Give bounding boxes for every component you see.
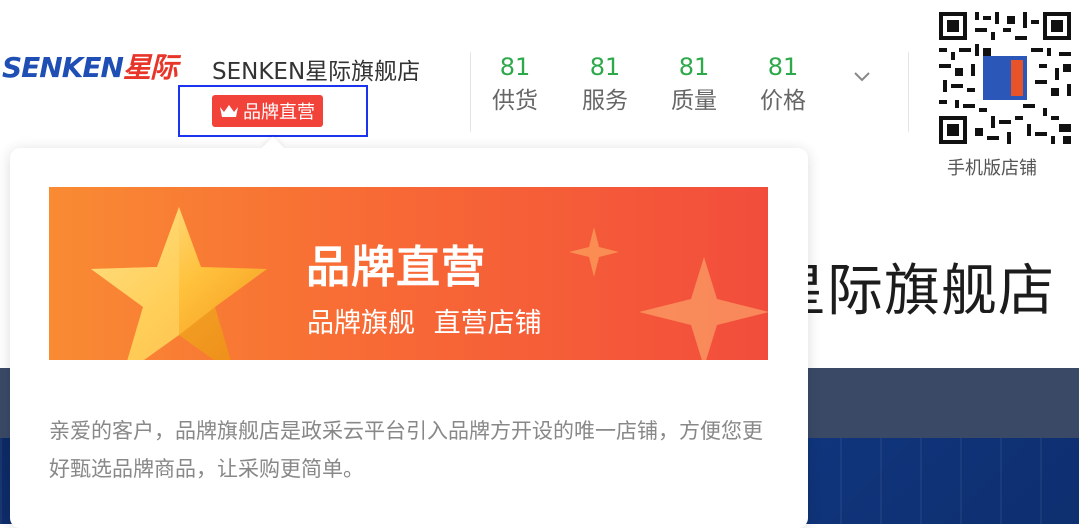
score-quality: 81 质量 xyxy=(664,52,724,120)
divider xyxy=(470,52,471,132)
score-value: 81 xyxy=(767,53,799,81)
promo-subtitle: 品牌旗舰 直营店铺 xyxy=(307,308,542,339)
promo-title: 品牌直营 xyxy=(306,242,486,293)
qr-code-icon[interactable] xyxy=(935,8,1075,148)
score-label: 价格 xyxy=(760,88,806,114)
score-value: 81 xyxy=(499,53,531,81)
logo-text-en: SENKEN xyxy=(2,51,124,84)
store-name[interactable]: SENKEN星际旗舰店 xyxy=(212,52,420,86)
score-label: 质量 xyxy=(671,88,717,114)
popup-description: 亲爱的客户，品牌旗舰店是政采云平台引入品牌方开设的唯一店铺，方便您更好甄选品牌商… xyxy=(49,419,763,481)
store-logo[interactable]: SENKEN星际 xyxy=(2,46,178,86)
popup-arrow xyxy=(261,136,285,160)
score-value: 81 xyxy=(678,53,710,81)
score-label: 服务 xyxy=(582,88,628,114)
brand-direct-popup: 品牌直营 品牌旗舰 直营店铺 亲爱的客户，品牌旗舰店是政采云平台引入品牌方开设的… xyxy=(10,136,808,528)
score-value: 81 xyxy=(589,53,621,81)
logo-text-zh: 星际 xyxy=(122,51,178,84)
promo-banner: 品牌直营 品牌旗舰 直营店铺 xyxy=(49,187,768,360)
sparkle-icon xyxy=(569,227,619,277)
score-label: 供货 xyxy=(492,88,538,114)
store-banner-text: 星际旗舰店 xyxy=(770,259,1055,324)
star-icon xyxy=(91,207,267,360)
chevron-down-icon[interactable] xyxy=(852,70,872,84)
score-supply: 81 供货 xyxy=(485,52,545,120)
highlight-box xyxy=(178,85,368,137)
score-service: 81 服务 xyxy=(575,52,635,120)
qr-caption: 手机版店铺 xyxy=(947,158,1037,179)
sparkle-icon xyxy=(639,257,768,360)
divider xyxy=(908,52,909,132)
score-price: 81 价格 xyxy=(753,52,813,120)
